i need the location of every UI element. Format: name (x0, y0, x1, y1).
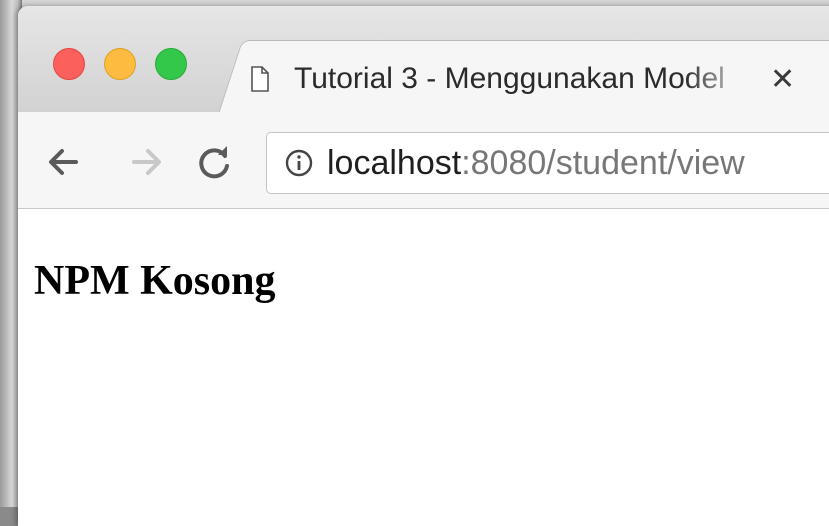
maximize-window-button[interactable] (155, 48, 187, 80)
tab-content: Tutorial 3 - Menggunakan Model ✕ (250, 46, 795, 112)
minimize-window-button[interactable] (104, 48, 136, 80)
close-window-button[interactable] (53, 48, 85, 80)
url-path: :8080/student/view (461, 143, 745, 182)
info-icon[interactable] (285, 149, 313, 177)
forward-button[interactable] (126, 142, 166, 182)
back-button[interactable] (44, 142, 84, 182)
url-host: localhost (327, 143, 462, 182)
page-content: NPM Kosong (18, 209, 829, 526)
title-bar: Tutorial 3 - Menggunakan Model ✕ (18, 6, 829, 114)
navigation-toolbar: localhost:8080/student/view (18, 112, 829, 209)
tab-title: Tutorial 3 - Menggunakan Model (294, 62, 725, 95)
address-bar[interactable]: localhost:8080/student/view (266, 132, 829, 194)
page-icon (251, 66, 269, 92)
tab-close-icon[interactable]: ✕ (770, 62, 795, 97)
page-heading: NPM Kosong (34, 258, 276, 304)
browser-window: Tutorial 3 - Menggunakan Model ✕ localho… (18, 6, 829, 526)
url-text[interactable]: localhost:8080/student/view (327, 144, 745, 183)
reload-button[interactable] (194, 142, 234, 182)
